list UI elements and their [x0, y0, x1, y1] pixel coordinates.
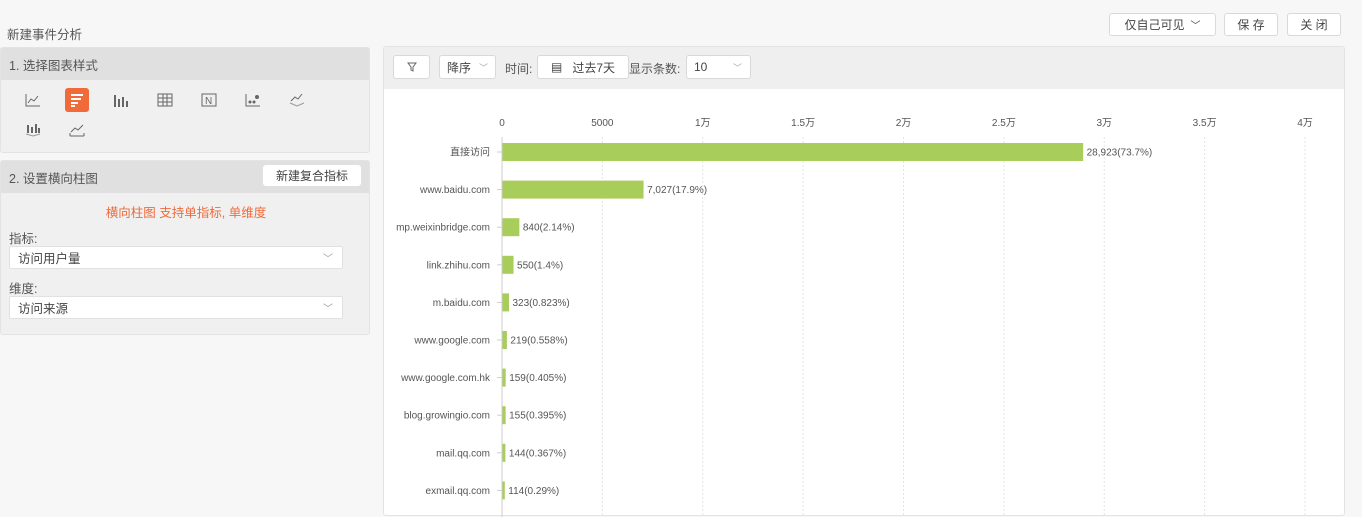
table-icon[interactable] [153, 88, 177, 112]
svg-text:N: N [205, 96, 212, 107]
bar [502, 218, 520, 237]
category-label: www.google.com.hk [400, 373, 491, 384]
calendar-icon: ▤ [550, 60, 563, 74]
category-label: www.google.com [413, 336, 490, 347]
bar [502, 331, 507, 349]
sort-select[interactable]: 降序 ﹀ [439, 55, 496, 79]
tick-label: 0 [499, 118, 505, 129]
metric-value: 访问用户量 [18, 252, 81, 266]
bar [502, 180, 644, 199]
count-label: 显示条数: [629, 62, 681, 76]
stacked-bar-icon[interactable] [21, 118, 45, 142]
bar-chart-icon[interactable] [109, 88, 133, 112]
tick-label: 3.5万 [1193, 118, 1217, 129]
settings-panel: 2. 设置横向柱图 新建复合指标 横向柱图 支持单指标, 单维度 指标: 访问用… [0, 160, 370, 335]
bar [502, 293, 509, 312]
time-value: 过去7天 [572, 60, 616, 75]
tick-label: 4万 [1297, 118, 1313, 129]
category-label: exmail.qq.com [426, 486, 490, 497]
data-label: 840(2.14%) [523, 223, 575, 234]
section-title: 1. 选择图表样式 [1, 48, 369, 80]
chevron-down-icon: ﹀ [732, 62, 742, 73]
category-label: mp.weixinbridge.com [396, 223, 490, 234]
category-label: 直接访问 [450, 146, 490, 159]
data-label: 550(1.4%) [517, 260, 563, 271]
page-title: 新建事件分析 [7, 28, 83, 42]
dimension-label: 维度: [9, 282, 38, 296]
sort-value: 降序 [447, 60, 472, 75]
tick-label: 1.5万 [791, 118, 815, 129]
bar [502, 481, 505, 500]
chevron-down-icon: ﹀ [479, 62, 489, 73]
bar [502, 406, 506, 425]
area-chart-icon[interactable] [65, 118, 89, 142]
category-label: blog.growingio.com [404, 411, 490, 422]
section-title: 2. 设置横向柱图 [9, 171, 98, 186]
data-label: 144(0.367%) [509, 448, 566, 459]
metric-select[interactable]: 访问用户量 ﹀ [9, 246, 343, 269]
chart-toolbar: 降序 ﹀ 时间: ▤ 过去7天 显示条数: 10 ﹀ [384, 47, 1344, 89]
chart-panel: 降序 ﹀ 时间: ▤ 过去7天 显示条数: 10 ﹀ 0 5000 1万 1.5万 2万 2.5… [383, 46, 1345, 517]
bar-chart: 0 5000 1万 1.5万 2万 2.5万 3万 3.5万 4万直接访问 28,923(73.7… [396, 118, 1313, 517]
close-button[interactable]: 关 闭 [1287, 13, 1341, 36]
tick-label: 2万 [896, 118, 912, 129]
data-label: 28,923(73.7%) [1087, 148, 1153, 159]
category-label: m.baidu.com [433, 298, 490, 309]
count-select[interactable]: 10 ﹀ [686, 55, 751, 79]
data-label: 155(0.395%) [509, 411, 566, 422]
data-label: 219(0.558%) [510, 336, 567, 347]
dimension-select[interactable]: 访问来源 ﹀ [9, 296, 343, 319]
filter-button[interactable] [393, 55, 430, 79]
tick-label: 3万 [1096, 118, 1112, 129]
tick-label: 2.5万 [992, 118, 1016, 129]
tick-label: 1万 [695, 118, 711, 129]
category-label: www.baidu.com [419, 185, 490, 196]
metric-label: 指标: [9, 232, 38, 246]
tick-label: 5000 [591, 118, 614, 129]
time-label: 时间: [505, 62, 533, 76]
data-label: 323(0.823%) [512, 298, 569, 309]
scatter-icon[interactable] [241, 88, 265, 112]
count-value: 10 [694, 60, 708, 74]
bar [502, 443, 506, 462]
chevron-down-icon: ﹀ [323, 304, 333, 315]
filter-icon [406, 62, 417, 72]
bar [502, 143, 1084, 161]
number-icon[interactable]: N [197, 88, 221, 112]
hint-text: 横向柱图 支持单指标, 单维度 [105, 206, 267, 220]
new-composite-metric-button[interactable]: 新建复合指标 [263, 165, 361, 186]
data-label: 114(0.29%) [508, 486, 559, 497]
visibility-dropdown[interactable]: 仅自己可见 ﹀ [1109, 13, 1216, 36]
category-label: link.zhihu.com [427, 260, 490, 271]
data-label: 7,027(17.9%) [647, 185, 707, 196]
time-range-picker[interactable]: ▤ 过去7天 [537, 55, 629, 79]
bar [502, 255, 514, 274]
chevron-down-icon: ﹀ [323, 254, 333, 265]
stacked-line-icon[interactable] [285, 88, 309, 112]
dimension-value: 访问来源 [18, 302, 69, 316]
horizontal-bar-chart-icon[interactable] [65, 88, 89, 112]
data-label: 159(0.405%) [509, 373, 566, 384]
save-button[interactable]: 保 存 [1224, 13, 1278, 36]
chart-style-panel: 1. 选择图表样式 N [0, 47, 370, 153]
category-label: mail.qq.com [436, 448, 490, 459]
line-chart-icon[interactable] [21, 88, 45, 112]
visibility-label: 仅自己可见 [1124, 18, 1185, 32]
bar [502, 368, 506, 387]
chevron-down-icon: ﹀ [1190, 21, 1201, 32]
